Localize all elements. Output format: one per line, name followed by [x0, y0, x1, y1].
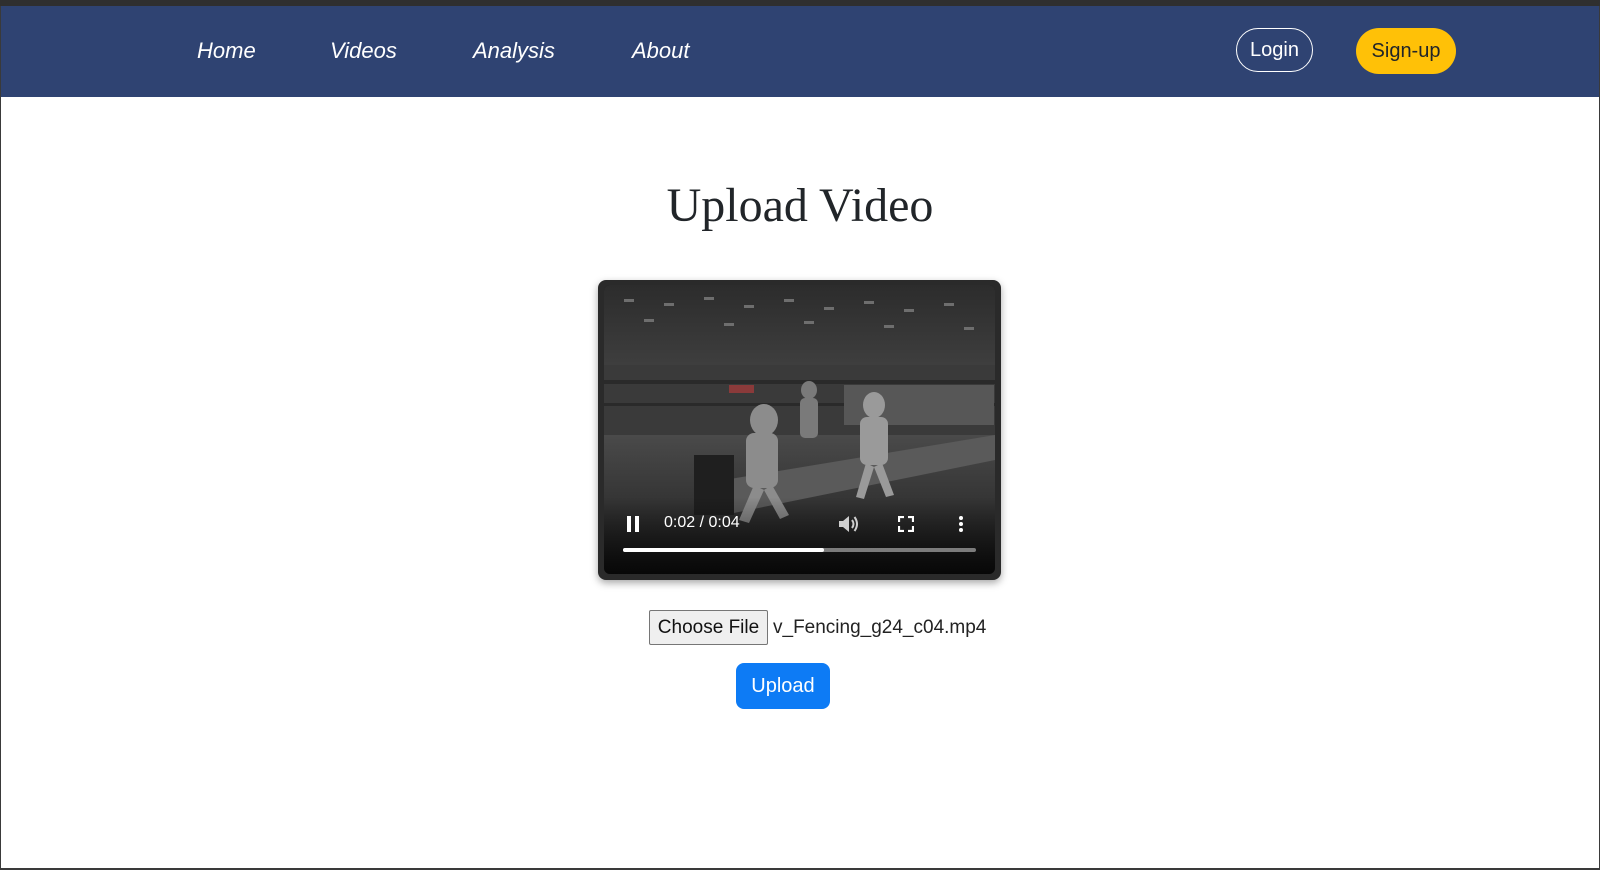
nav-link-analysis[interactable]: Analysis	[473, 38, 555, 64]
selected-file-name: v_Fencing_g24_c04.mp4	[773, 617, 987, 638]
pause-icon[interactable]	[626, 516, 640, 532]
page-title: Upload Video	[666, 179, 934, 232]
choose-file-button[interactable]: Choose File	[649, 610, 768, 645]
video-progress-bar[interactable]	[623, 548, 976, 552]
volume-icon[interactable]	[838, 514, 860, 534]
signup-button[interactable]: Sign-up	[1356, 28, 1456, 74]
nav-link-about[interactable]: About	[632, 38, 690, 64]
video-progress-fill	[623, 548, 825, 552]
more-options-icon[interactable]	[958, 515, 964, 533]
fullscreen-icon[interactable]	[898, 516, 914, 532]
upload-button[interactable]: Upload	[736, 663, 830, 709]
video-screen[interactable]: 0:02 / 0:04	[604, 285, 995, 574]
navbar: Home Videos Analysis About Login Sign-up	[1, 6, 1599, 97]
nav-link-videos[interactable]: Videos	[330, 38, 397, 64]
video-time-display: 0:02 / 0:04	[664, 514, 740, 531]
nav-link-home[interactable]: Home	[197, 38, 256, 64]
login-button[interactable]: Login	[1236, 28, 1313, 72]
video-player[interactable]: 0:02 / 0:04	[598, 280, 1001, 580]
video-controls: 0:02 / 0:04	[604, 497, 995, 574]
browser-viewport: Home Videos Analysis About Login Sign-up…	[1, 6, 1599, 868]
